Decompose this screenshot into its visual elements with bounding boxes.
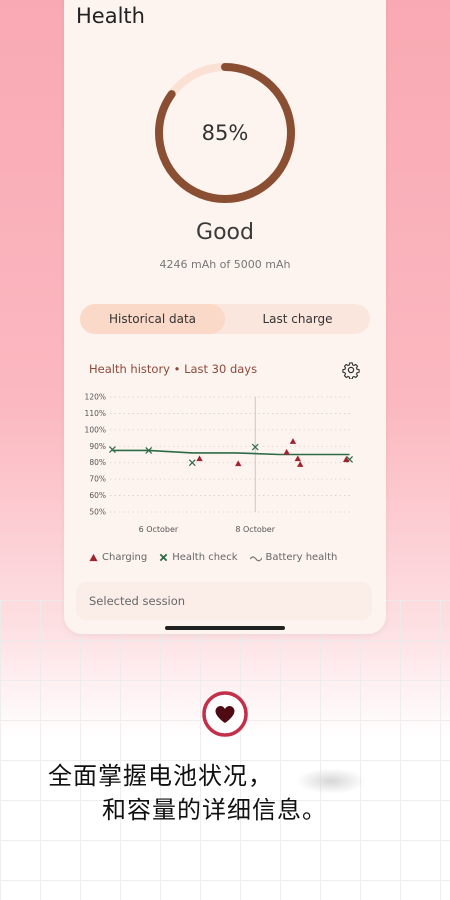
x-tick-label: 8 October bbox=[235, 525, 275, 534]
selected-session-panel[interactable]: Selected session bbox=[76, 582, 372, 620]
health-percent: 85% bbox=[201, 121, 249, 145]
capacity-text: 4246 mAh of 5000 mAh bbox=[159, 258, 291, 271]
y-tick-label: 70% bbox=[89, 475, 106, 484]
cross-icon bbox=[159, 553, 168, 562]
legend-charging: Charging bbox=[89, 552, 147, 563]
charging-point bbox=[294, 455, 301, 462]
legend-charging-label: Charging bbox=[102, 552, 148, 563]
charging-point bbox=[283, 448, 290, 455]
y-tick-label: 80% bbox=[89, 458, 106, 467]
y-tick-label: 100% bbox=[85, 425, 106, 434]
legend-health-check-label: Health check bbox=[172, 552, 238, 563]
tab-last-charge[interactable]: Last charge bbox=[225, 304, 370, 334]
heart-icon bbox=[202, 691, 248, 737]
charging-point bbox=[297, 461, 304, 467]
y-tick-label: 90% bbox=[89, 442, 106, 451]
health-check-point bbox=[188, 459, 196, 467]
health-history-chart[interactable]: 120% 110% 100% 90% 80% 70% 60% 50% 6 October 8 Oc… bbox=[80, 385, 370, 545]
gear-icon[interactable] bbox=[342, 361, 360, 379]
data-tabs: Historical data Last charge bbox=[80, 304, 370, 334]
grid-background bbox=[0, 600, 450, 900]
x-tick-label: 6 October bbox=[139, 525, 179, 534]
charging-point bbox=[289, 438, 297, 444]
health-status: Good bbox=[196, 220, 254, 245]
wave-icon bbox=[249, 555, 262, 561]
legend-battery-health-label: Battery health bbox=[265, 552, 338, 563]
charging-point bbox=[235, 460, 242, 467]
y-tick-label: 120% bbox=[85, 393, 106, 402]
promo-line-1: 全面掌握电池状况， bbox=[48, 762, 273, 790]
chart-legend: Charging Health check Battery health bbox=[89, 552, 337, 563]
home-indicator[interactable] bbox=[165, 626, 285, 630]
selected-session-label: Selected session bbox=[89, 594, 186, 608]
y-tick-label: 110% bbox=[85, 409, 106, 418]
triangle-icon bbox=[89, 553, 98, 562]
health-check-point bbox=[108, 446, 116, 453]
y-tick-label: 50% bbox=[89, 508, 106, 517]
page-title: Health bbox=[76, 4, 145, 28]
tab-historical-data[interactable]: Historical data bbox=[80, 304, 225, 334]
y-tick-label: 60% bbox=[89, 491, 106, 500]
promo-line-2: 和容量的详细信息。 bbox=[102, 796, 327, 824]
charging-point bbox=[196, 455, 203, 462]
legend-health-check: Health check bbox=[159, 552, 238, 563]
legend-battery-health: Battery health bbox=[249, 552, 338, 563]
health-history-title: Health history • Last 30 days bbox=[89, 362, 258, 376]
